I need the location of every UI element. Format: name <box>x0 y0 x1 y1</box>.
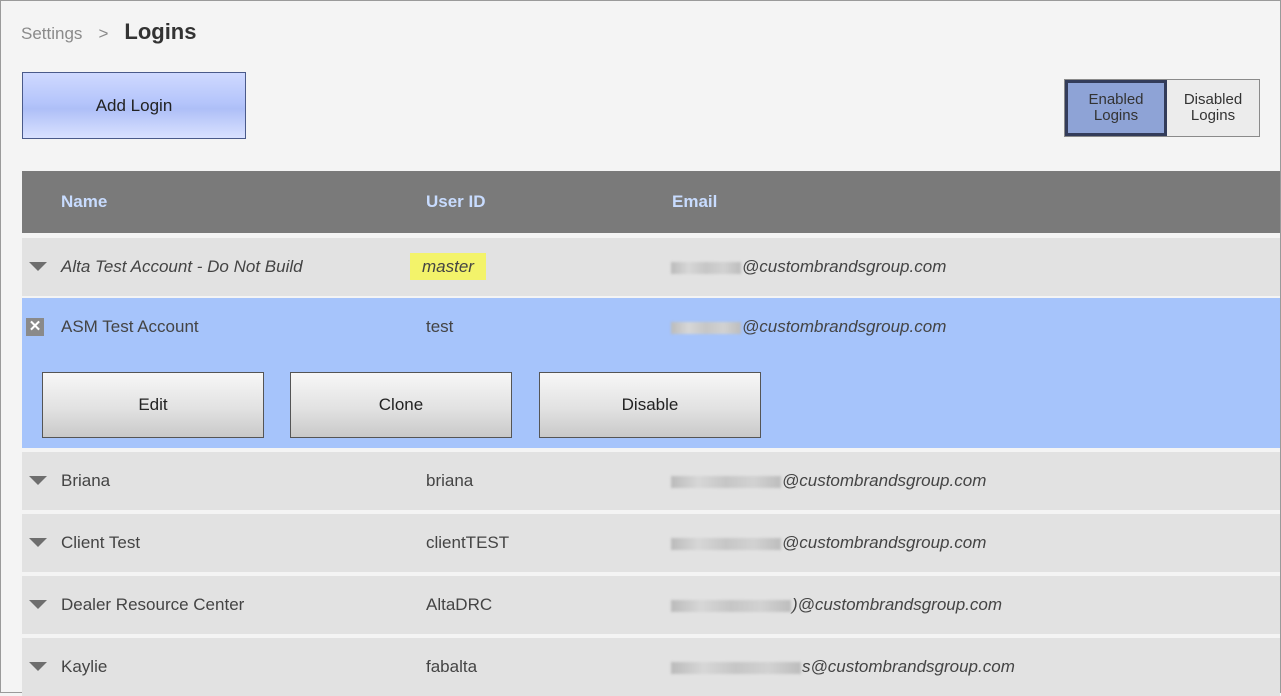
row-user-id: test <box>426 317 454 336</box>
row-email-domain: @custombrandsgroup.com <box>782 533 987 552</box>
row-email-domain: @custombrandsgroup.com <box>810 657 1015 676</box>
row-email: @custombrandsgroup.com <box>671 298 946 356</box>
row-name: Kaylie <box>61 657 108 676</box>
clone-button[interactable]: Clone <box>290 372 512 438</box>
row-user-id: master <box>410 238 486 296</box>
expand-triangle-icon[interactable] <box>29 262 47 271</box>
row-email-domain: @custombrandsgroup.com <box>742 317 947 336</box>
row-name: ASM Test Account <box>61 317 199 336</box>
redacted-email-prefix <box>671 537 781 550</box>
page-title: Logins <box>124 19 197 44</box>
row-name: Alta Test Account - Do Not Build <box>61 257 303 276</box>
table-row-selected[interactable]: ✕ ASM Test Account test @custombrandsgro… <box>22 298 1280 448</box>
add-login-button[interactable]: Add Login <box>22 72 246 139</box>
column-header-name[interactable]: Name <box>61 171 107 233</box>
row-name: Client Test <box>61 533 141 552</box>
enabled-logins-tab[interactable]: Enabled Logins <box>1065 80 1167 136</box>
expand-triangle-icon[interactable] <box>29 662 47 671</box>
user-id-highlight: master <box>410 253 486 280</box>
close-x-icon[interactable]: ✕ <box>26 318 44 336</box>
expand-triangle-icon[interactable] <box>29 600 47 609</box>
row-email: )@custombrandsgroup.com <box>671 576 1002 634</box>
row-email: @custombrandsgroup.com <box>671 238 946 296</box>
table-row[interactable]: Kaylie fabalta s@custombrandsgroup.com <box>22 638 1280 696</box>
row-email: s@custombrandsgroup.com <box>671 638 1015 696</box>
row-email-domain: @custombrandsgroup.com <box>782 471 987 490</box>
row-email-domain: @custombrandsgroup.com <box>742 257 947 276</box>
logins-page: Settings > Logins Add Login Enabled Logi… <box>0 0 1281 696</box>
row-email-domain: @custombrandsgroup.com <box>797 595 1003 614</box>
redacted-email-tail: s <box>802 657 811 676</box>
edit-button[interactable]: Edit <box>42 372 264 438</box>
row-user-id: fabalta <box>426 657 478 676</box>
redacted-email-prefix <box>671 475 781 488</box>
row-name: Briana <box>61 471 111 490</box>
redacted-email-prefix <box>671 599 791 612</box>
breadcrumb-parent[interactable]: Settings <box>21 24 82 44</box>
row-name: Dealer Resource Center <box>61 595 245 614</box>
redacted-email-prefix <box>671 661 801 674</box>
table-row[interactable]: Alta Test Account - Do Not Build master … <box>22 238 1280 296</box>
table-header: Name User ID Email <box>22 171 1280 233</box>
row-email: @custombrandsgroup.com <box>671 452 986 510</box>
login-status-toggle: Enabled Logins Disabled Logins <box>1064 79 1260 137</box>
column-header-email[interactable]: Email <box>672 171 717 233</box>
row-user-id: AltaDRC <box>426 595 493 614</box>
disabled-logins-tab[interactable]: Disabled Logins <box>1167 80 1259 136</box>
column-header-user-id[interactable]: User ID <box>426 171 486 233</box>
table-row[interactable]: Briana briana @custombrandsgroup.com <box>22 452 1280 510</box>
redacted-email-prefix <box>671 261 741 274</box>
breadcrumb: Settings > Logins <box>21 19 196 45</box>
disable-button[interactable]: Disable <box>539 372 761 438</box>
row-user-id: clientTEST <box>426 533 510 552</box>
row-user-id: briana <box>426 471 474 490</box>
redacted-email-prefix <box>671 321 741 334</box>
table-row[interactable]: Client Test clientTEST @custombrandsgrou… <box>22 514 1280 572</box>
row-email: @custombrandsgroup.com <box>671 514 986 572</box>
expand-triangle-icon[interactable] <box>29 538 47 547</box>
expand-triangle-icon[interactable] <box>29 476 47 485</box>
table-row[interactable]: Dealer Resource Center AltaDRC )@customb… <box>22 576 1280 634</box>
breadcrumb-separator: > <box>98 24 109 43</box>
